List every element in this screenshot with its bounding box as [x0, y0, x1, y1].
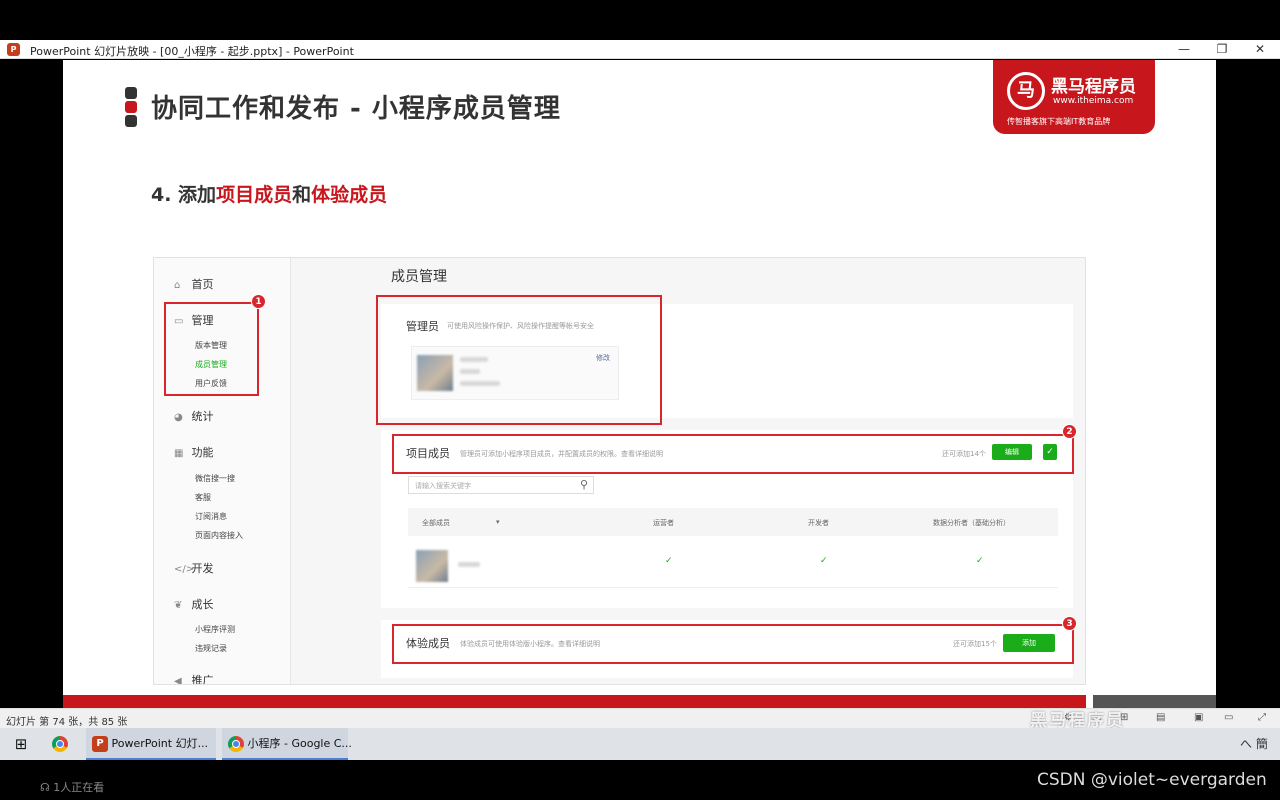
chevron-down-icon[interactable]: ▾ — [496, 518, 500, 526]
annotation-box-project — [392, 434, 1074, 474]
annotation-number-1: 1 — [251, 294, 266, 309]
taskbar-chrome-window[interactable]: 小程序 - Google C... — [222, 728, 352, 760]
operator-check-icon: ✓ — [665, 556, 673, 566]
stats-icon: ◕ — [174, 412, 183, 423]
taskbar: ⊞ P PowerPoint 幻灯... 小程序 - Google C... へ… — [0, 728, 1280, 760]
chrome-taskbar-icon[interactable] — [52, 728, 74, 760]
member-avatar — [416, 550, 448, 582]
nav-evaluation: 小程序评测 — [195, 625, 235, 634]
grid-icon: ▦ — [174, 448, 184, 459]
annotation-number-3: 3 — [1062, 616, 1077, 631]
nav-page-content: 页面内容接入 — [195, 531, 243, 540]
logo-url: www.itheima.com — [1053, 96, 1134, 106]
horse-logo-icon: 马 — [1007, 72, 1045, 110]
home-icon: ⌂ — [174, 280, 181, 291]
title-bullet-top — [125, 87, 137, 99]
nav-develop: </> 开发 — [174, 562, 214, 575]
csdn-watermark: CSDN @violet~evergarden — [1037, 770, 1267, 790]
slide-title: 协同工作和发布 - 小程序成员管理 — [151, 94, 561, 124]
reading-view-icon[interactable]: ▤ — [1156, 712, 1165, 723]
viewer-count: ☊ 1人正在看 — [40, 781, 105, 794]
table-row: ✓ ✓ ✓ — [408, 544, 1058, 588]
nav-home: ⌂ 首页 — [174, 278, 214, 291]
title-bullet-middle — [125, 101, 137, 113]
search-placeholder: 请输入搜索关键字 — [415, 482, 471, 490]
col-all-members[interactable]: 全部成员 — [422, 518, 450, 528]
megaphone-icon: ◀ — [174, 676, 182, 685]
window-title: PowerPoint 幻灯片放映 - [00_小程序 - 起步.pptx] - … — [30, 45, 354, 58]
nav-violation-record: 违规记录 — [195, 644, 227, 653]
fit-icon[interactable]: ⤢ — [1258, 712, 1266, 723]
taskbar-powerpoint[interactable]: P PowerPoint 幻灯... — [86, 728, 216, 760]
close-button[interactable]: ✕ — [1244, 41, 1276, 58]
slide[interactable]: 协同工作和发布 - 小程序成员管理 马 黑马程序员 www.itheima.co… — [63, 60, 1216, 708]
member-name-blurred — [458, 562, 480, 567]
slide-counter: 幻灯片 第 74 张，共 85 张 — [6, 717, 128, 728]
content-title: 成员管理 — [391, 269, 447, 285]
analyst-check-icon: ✓ — [976, 556, 984, 566]
nav-growth: ❦ 成长 — [174, 598, 214, 611]
slide-footer-bar — [63, 695, 1086, 708]
slideshow-icon[interactable]: ▣ — [1194, 712, 1203, 723]
annotation-box-tester — [392, 624, 1074, 664]
member-search-field[interactable]: 请输入搜索关键字 ⚲ — [408, 476, 594, 494]
powerpoint-icon: P — [7, 43, 20, 56]
code-icon: </> — [174, 564, 195, 575]
powerpoint-taskbar-icon: P — [92, 736, 108, 752]
nav-customer-service: 客服 — [195, 493, 211, 502]
logo-brand: 黑马程序员 — [1051, 77, 1136, 97]
minimize-button[interactable]: — — [1168, 41, 1200, 58]
maximize-button[interactable]: ❐ — [1206, 41, 1238, 58]
annotation-box-manage — [164, 302, 259, 396]
search-icon[interactable]: ⚲ — [580, 478, 588, 491]
nav-features: ▦ 功能 — [174, 446, 214, 459]
windows-start-icon[interactable]: ⊞ — [10, 728, 32, 760]
heading-and: 和 — [292, 184, 312, 206]
window-title-bar: P PowerPoint 幻灯片放映 - [00_小程序 - 起步.pptx] … — [0, 40, 1280, 59]
slide-heading: 4. 添加项目成员和体验成员 — [151, 180, 387, 207]
system-tray[interactable]: へ 簡 — [1240, 728, 1268, 760]
members-table-header: 全部成员 ▾ 运营者 开发者 数据分析者（基础分析） — [408, 508, 1058, 536]
col-developer: 开发者 — [808, 519, 829, 527]
developer-check-icon: ✓ — [820, 556, 828, 566]
brand-logo: 马 黑马程序员 www.itheima.com 传智播客旗下高端IT教育品牌 — [993, 60, 1155, 134]
growth-icon: ❦ — [174, 600, 183, 611]
chrome-window-icon — [228, 736, 244, 752]
heading-project-members: 项目成员 — [216, 184, 293, 206]
col-data-analyst: 数据分析者（基础分析） — [933, 519, 1010, 527]
embedded-screenshot: ⌂ 首页 ▭ 管理 版本管理 成员管理 用户反馈 ◕ 统计 ▦ 功能 微信搜一搜… — [153, 257, 1086, 685]
heading-tester-members: 体验成员 — [311, 184, 388, 206]
title-bullet-bottom — [125, 115, 137, 127]
chrome-icon — [52, 736, 68, 752]
zoom-icon[interactable]: ▭ — [1224, 712, 1233, 723]
nav-wechat-search: 微信搜一搜 — [195, 474, 235, 483]
col-operator: 运营者 — [653, 519, 674, 527]
nav-promotion: ◀ 推广 — [174, 674, 214, 685]
headset-icon: ☊ — [40, 781, 50, 794]
annotation-number-2: 2 — [1062, 424, 1077, 439]
annotation-box-admin — [376, 295, 662, 425]
logo-slogan: 传智播客旗下高端IT教育品牌 — [1007, 117, 1111, 126]
nav-stats: ◕ 统计 — [174, 410, 214, 423]
nav-subscribe-message: 订阅消息 — [195, 512, 227, 521]
heading-prefix: 4. 添加 — [151, 184, 217, 206]
